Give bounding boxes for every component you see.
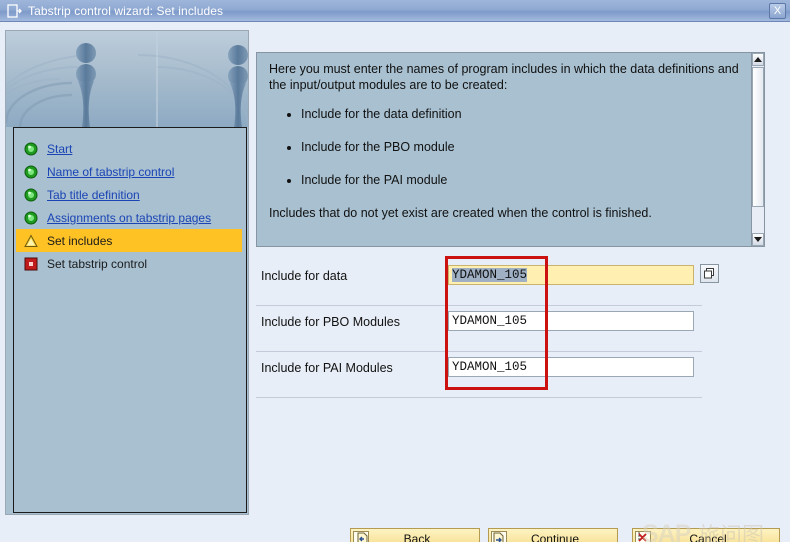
- close-icon[interactable]: X: [769, 3, 786, 19]
- scroll-up-arrow-icon[interactable]: [752, 53, 764, 66]
- multiple-selection-icon[interactable]: [700, 264, 719, 283]
- wizard-sidebar: Start Name of tabstrip control Tab title…: [5, 30, 249, 515]
- back-button-label: Back: [403, 531, 431, 542]
- instructions-bullet-list: Include for the data definition Include …: [269, 107, 751, 188]
- input-value: YDAMON_105: [452, 360, 528, 374]
- form-row-include-for-data: Include for data YDAMON_105: [256, 260, 719, 306]
- red-square-icon: [24, 257, 38, 271]
- include-for-pbo-modules-input[interactable]: YDAMON_105: [448, 311, 694, 331]
- window-body: Start Name of tabstrip control Tab title…: [0, 22, 790, 542]
- includes-form: Include for data YDAMON_105 Include for …: [256, 260, 719, 398]
- scrollbar-thumb[interactable]: [752, 67, 764, 207]
- forward-arrow-page-icon: [491, 530, 507, 542]
- sidebar-item-set-includes[interactable]: Set includes: [16, 229, 242, 252]
- sidebar-item-label: Set tabstrip control: [47, 256, 148, 271]
- title-bar: Tabstrip control wizard: Set includes X: [0, 0, 790, 22]
- instructions-scrollbar[interactable]: [751, 52, 765, 247]
- sidebar-item-label: Start: [47, 141, 73, 156]
- sidebar-item-set-tabstrip-control[interactable]: Set tabstrip control: [14, 252, 246, 275]
- list-item: Include for the data definition: [301, 107, 751, 122]
- pawn-ripples-decoration: [6, 31, 248, 127]
- input-value: YDAMON_105: [452, 314, 528, 328]
- sidebar-item-label: Assignments on tabstrip pages: [47, 210, 212, 225]
- footer-button-bar: Back Continue Cancel: [0, 510, 790, 542]
- green-circle-icon: [24, 211, 38, 225]
- field-label: Include for PAI Modules: [261, 361, 393, 375]
- input-value: YDAMON_105: [452, 268, 528, 282]
- yellow-warning-triangle-icon: [24, 233, 38, 248]
- instructions-footer: Includes that do not yet exist are creat…: [269, 206, 652, 220]
- form-row-include-for-pbo-modules: Include for PBO Modules YDAMON_105: [256, 306, 716, 352]
- instructions-panel: Here you must enter the names of program…: [256, 52, 764, 247]
- include-for-pai-modules-input[interactable]: YDAMON_105: [448, 357, 694, 377]
- green-circle-icon: [24, 165, 38, 179]
- cancel-button[interactable]: Cancel: [632, 528, 780, 542]
- green-circle-icon: [24, 188, 38, 202]
- sap-wizard-window: Tabstrip control wizard: Set includes X: [0, 0, 790, 542]
- continue-button[interactable]: Continue: [488, 528, 618, 542]
- cancel-button-label: Cancel: [689, 531, 727, 542]
- sidebar-item-tab-title-definition[interactable]: Tab title definition: [14, 183, 246, 206]
- sidebar-item-name-of-tabstrip-control[interactable]: Name of tabstrip control: [14, 160, 246, 183]
- field-label: Include for PBO Modules: [261, 315, 400, 329]
- instructions-intro: Here you must enter the names of program…: [269, 62, 739, 92]
- window-doc-icon: [6, 3, 22, 18]
- green-circle-icon: [24, 142, 38, 156]
- list-item: Include for the PAI module: [301, 173, 751, 188]
- list-item: Include for the PBO module: [301, 140, 751, 155]
- wizard-steps-list: Start Name of tabstrip control Tab title…: [13, 127, 247, 513]
- back-button[interactable]: Back: [350, 528, 480, 542]
- sidebar-item-label: Tab title definition: [47, 187, 140, 202]
- back-arrow-page-icon: [353, 530, 369, 542]
- include-for-data-input[interactable]: YDAMON_105: [448, 265, 694, 285]
- continue-button-label: Continue: [530, 531, 580, 542]
- window-title: Tabstrip control wizard: Set includes: [28, 3, 224, 18]
- field-label: Include for data: [261, 269, 348, 283]
- form-row-include-for-pai-modules: Include for PAI Modules YDAMON_105: [256, 352, 716, 398]
- sidebar-item-assignments-on-tabstrip-pages[interactable]: Assignments on tabstrip pages: [14, 206, 246, 229]
- scroll-down-arrow-icon[interactable]: [752, 233, 764, 246]
- sidebar-item-label: Set includes: [47, 233, 113, 248]
- sidebar-item-label: Name of tabstrip control: [47, 164, 175, 179]
- sidebar-item-start[interactable]: Start: [14, 137, 246, 160]
- row-separator: [256, 397, 702, 398]
- red-cancel-icon: [635, 530, 651, 542]
